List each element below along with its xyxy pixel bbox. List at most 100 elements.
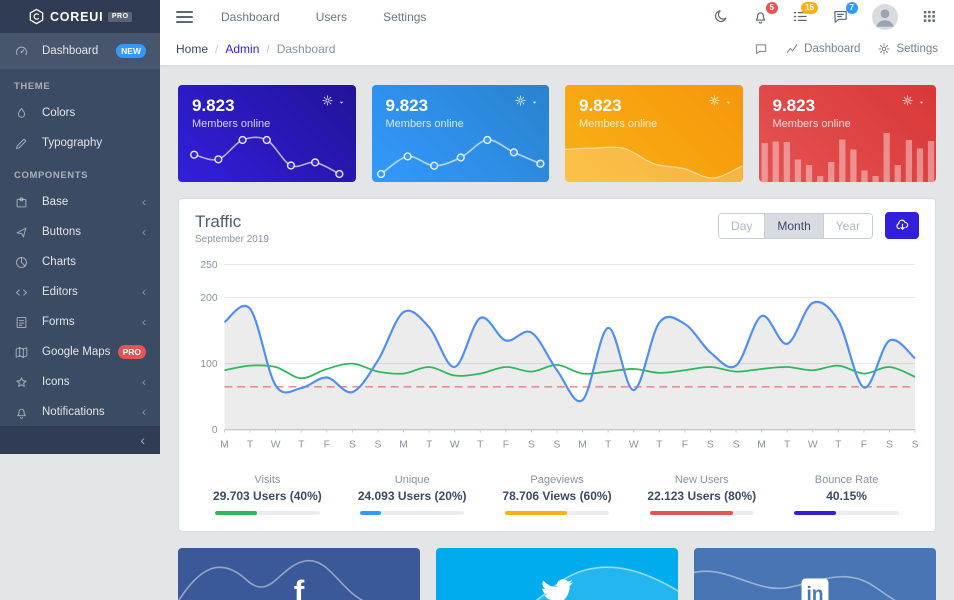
bell-icon[interactable]: 5 xyxy=(752,8,769,25)
top-nav-users[interactable]: Users xyxy=(316,10,347,24)
traffic-stats-row: Visits29.703 Users (40%)Unique24.093 Use… xyxy=(195,464,919,523)
svg-text:T: T xyxy=(247,439,254,450)
svg-text:M: M xyxy=(757,439,766,450)
progress-bar xyxy=(360,511,381,515)
breadcrumb-row: Home/Admin/Dashboard Dashboard Settings xyxy=(160,33,954,65)
pencil-icon xyxy=(14,136,29,151)
traffic-stat-pageviews: Pageviews78.706 Views (60%) xyxy=(485,474,630,515)
chevron-left-icon: ‹ xyxy=(142,316,146,328)
stat-card-settings-button[interactable] xyxy=(321,94,346,107)
stat-card-sparkline xyxy=(372,130,550,182)
top-nav-dashboard[interactable]: Dashboard xyxy=(221,10,280,24)
sidebar-item-typography[interactable]: Typography xyxy=(0,128,160,158)
header-icons: 5 15 7 xyxy=(712,4,938,30)
notification-badge: 5 xyxy=(766,2,778,14)
sidebar-item-label: Colors xyxy=(42,107,75,119)
stat-card-label: Members online xyxy=(386,118,550,130)
social-cards-row: f in xyxy=(178,548,936,600)
sidebar-item-forms[interactable]: Forms ‹ xyxy=(0,307,160,337)
header-top-row: Dashboard Users Settings 5 15 7 xyxy=(160,0,954,33)
header: Dashboard Users Settings 5 15 7 Home/Admin/D… xyxy=(160,0,954,66)
sidebar-item-dashboard[interactable]: DashboardNEW xyxy=(0,33,160,69)
sidebar-item-buttons[interactable]: Buttons ‹ xyxy=(0,217,160,247)
sidebar-item-colors[interactable]: Colors xyxy=(0,98,160,128)
sidebar-item-label: Icons xyxy=(42,376,70,388)
traffic-stat-value: 22.123 Users (80%) xyxy=(629,489,774,503)
stat-card-settings-button[interactable] xyxy=(514,94,539,107)
gear-icon xyxy=(877,42,891,56)
dashboard-page: COREUI PRO DashboardNEWTHEMEColorsTypogr… xyxy=(0,0,954,600)
sidebar-item-icons[interactable]: Icons‹ xyxy=(0,367,160,397)
avatar[interactable] xyxy=(872,4,898,30)
traffic-stat-unique: Unique24.093 Users (20%) xyxy=(340,474,485,515)
range-button-month[interactable]: Month xyxy=(765,214,823,238)
traffic-stat-label: Visits xyxy=(195,474,340,486)
svg-text:T: T xyxy=(298,439,305,450)
svg-text:S: S xyxy=(707,439,714,450)
stat-card-0: 9.823Members online xyxy=(178,85,356,182)
top-nav-settings[interactable]: Settings xyxy=(383,10,426,24)
traffic-stat-new-users: New Users22.123 Users (80%) xyxy=(629,474,774,515)
apps-icon[interactable] xyxy=(921,8,938,25)
hamburger-menu-icon[interactable] xyxy=(176,8,193,26)
tasks-icon[interactable]: 15 xyxy=(792,8,809,25)
chart-pie-icon xyxy=(14,255,29,270)
notes-icon xyxy=(14,315,29,330)
chevron-left-icon: ‹ xyxy=(140,432,145,448)
progress-track xyxy=(650,511,754,515)
sidebar-minimizer[interactable]: ‹ xyxy=(0,426,160,454)
progress-track xyxy=(360,511,464,515)
sidebar-item-label: Charts xyxy=(42,256,76,268)
sidebar-item-notifications[interactable]: Notifications‹ xyxy=(0,397,160,427)
speedometer-icon xyxy=(14,44,29,59)
puzzle-icon xyxy=(14,195,29,210)
breadcrumb-action-comment[interactable] xyxy=(754,42,768,56)
svg-text:M: M xyxy=(399,439,408,450)
breadcrumb-item-admin[interactable]: Admin xyxy=(225,42,259,56)
stat-card-sparkline xyxy=(759,127,937,182)
svg-text:W: W xyxy=(450,439,460,450)
social-card-linkedin[interactable]: in xyxy=(694,548,936,600)
breadcrumb-action-settings[interactable]: Settings xyxy=(877,42,938,56)
chevron-left-icon: ‹ xyxy=(142,226,146,238)
sidebar-item-base[interactable]: Base‹ xyxy=(0,187,160,217)
breadcrumb: Home/Admin/Dashboard xyxy=(176,42,335,56)
download-button[interactable] xyxy=(885,212,919,239)
sidebar-item-label: Dashboard xyxy=(42,45,98,57)
social-card-facebook[interactable]: f xyxy=(178,548,420,600)
chart-line-icon xyxy=(785,42,799,56)
range-button-year[interactable]: Year xyxy=(824,214,872,238)
svg-text:T: T xyxy=(605,439,612,450)
messages-icon[interactable]: 7 xyxy=(832,8,849,25)
sidebar-item-charts[interactable]: Charts xyxy=(0,247,160,277)
traffic-chart-svg: MTWTFSSMTWTFSSMTWTFSSMTWTFSS0100200250 xyxy=(195,255,919,453)
sidebar-item-editors[interactable]: Editors‹ xyxy=(0,277,160,307)
svg-text:250: 250 xyxy=(200,260,217,271)
breadcrumb-action-label: Settings xyxy=(896,43,938,55)
sidebar-item-google-maps[interactable]: Google MapsPRO xyxy=(0,337,160,367)
stat-card-settings-button[interactable] xyxy=(708,94,733,107)
chevron-left-icon: ‹ xyxy=(142,286,146,298)
svg-text:F: F xyxy=(682,439,688,450)
social-card-twitter[interactable] xyxy=(436,548,678,600)
breadcrumb-action-dashboard[interactable]: Dashboard xyxy=(785,42,860,56)
progress-bar xyxy=(794,511,836,515)
svg-text:S: S xyxy=(554,439,561,450)
stat-card-settings-button[interactable] xyxy=(901,94,926,107)
svg-text:W: W xyxy=(629,439,639,450)
breadcrumb-item-dashboard: Dashboard xyxy=(277,42,336,56)
svg-text:T: T xyxy=(477,439,484,450)
range-button-day[interactable]: Day xyxy=(719,214,765,238)
sidebar-item-label: Notifications xyxy=(42,406,105,418)
sidebar-item-label: Buttons xyxy=(42,226,81,238)
svg-text:T: T xyxy=(835,439,842,450)
sidebar: COREUI PRO DashboardNEWTHEMEColorsTypogr… xyxy=(0,0,160,454)
breadcrumb-item-home[interactable]: Home xyxy=(176,42,208,56)
brand-logo[interactable]: COREUI PRO xyxy=(0,0,160,33)
traffic-stat-value: 78.706 Views (60%) xyxy=(485,489,630,503)
svg-text:W: W xyxy=(271,439,281,450)
sidebar-item-label: Forms xyxy=(42,316,75,328)
stat-card-label: Members online xyxy=(192,118,356,130)
moon-icon[interactable] xyxy=(712,8,729,25)
traffic-card: Traffic September 2019 DayMonthYear MTWT… xyxy=(178,198,936,532)
